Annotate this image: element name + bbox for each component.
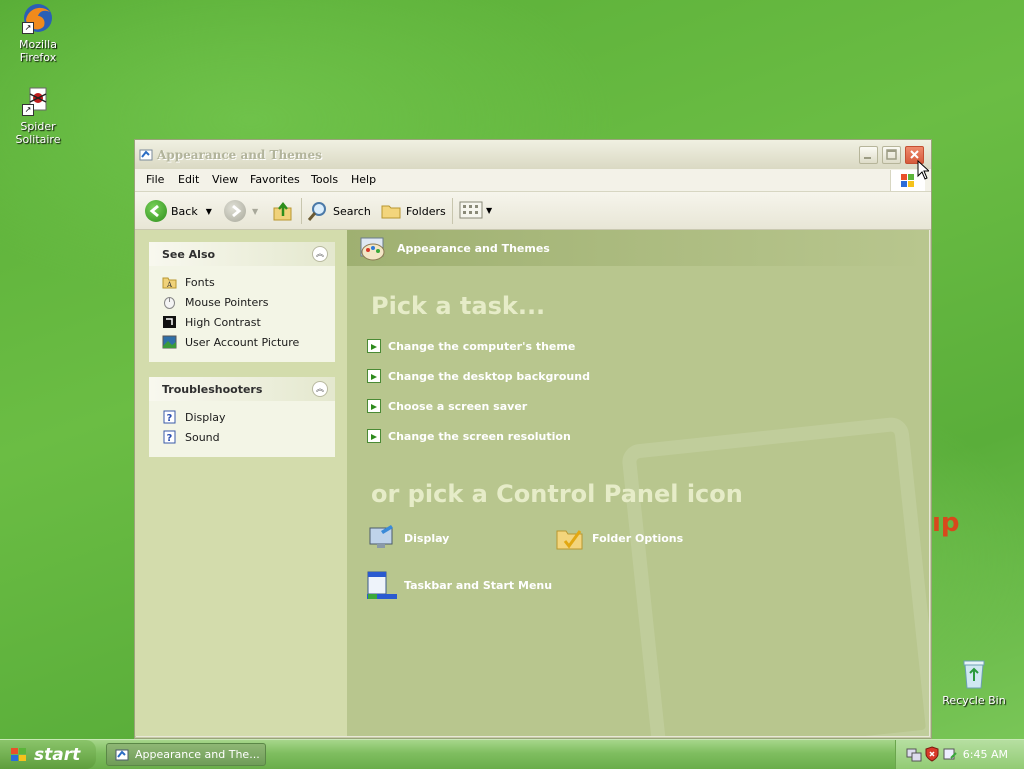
clock[interactable]: 6:45 AM xyxy=(963,748,1008,761)
search-icon xyxy=(307,200,329,222)
svg-text:A: A xyxy=(166,281,173,289)
troubleshooters-header[interactable]: Troubleshooters ︽ xyxy=(149,377,335,401)
folders-button[interactable]: Folders xyxy=(380,200,446,222)
mouse-cursor-icon xyxy=(917,159,931,180)
taskbar-window-button[interactable]: Appearance and The... xyxy=(106,743,266,766)
troubleshooters-panel: Troubleshooters ︽ ? Display ? Sound xyxy=(149,377,335,457)
task-link[interactable]: Change the screen resolution xyxy=(367,429,571,443)
back-dropdown-chevron-icon[interactable]: ▼ xyxy=(206,207,212,216)
spider-solitaire-icon: ↗ xyxy=(22,84,54,116)
system-tray: 6:45 AM xyxy=(895,740,1024,769)
views-dropdown-chevron-icon[interactable]: ▼ xyxy=(486,206,492,215)
menu-file[interactable]: File xyxy=(146,173,164,186)
task-link[interactable]: Change the computer's theme xyxy=(367,339,575,353)
desktop-icon-label: Spider Solitaire xyxy=(15,120,61,146)
taskbar-start-menu-icon xyxy=(367,570,397,600)
menu-help[interactable]: Help xyxy=(351,173,376,186)
window-content: See Also ︽ A Fonts Mouse Pointers High C… xyxy=(135,230,929,736)
task-arrow-icon xyxy=(367,369,381,383)
folders-icon xyxy=(380,200,402,222)
svg-text:?: ? xyxy=(167,433,173,444)
forward-button[interactable]: ▼ xyxy=(224,200,258,222)
menu-view[interactable]: View xyxy=(212,173,238,186)
folder-options-icon xyxy=(555,523,585,553)
back-arrow-icon xyxy=(145,200,167,222)
see-also-link-mouse-pointers[interactable]: Mouse Pointers xyxy=(162,295,269,309)
up-folder-icon xyxy=(272,200,294,222)
see-also-link-high-contrast[interactable]: High Contrast xyxy=(162,315,261,329)
see-also-link-fonts[interactable]: A Fonts xyxy=(162,275,215,289)
task-arrow-icon xyxy=(367,399,381,413)
menu-bar: File Edit View Favorites Tools Help xyxy=(135,169,931,192)
maximize-button[interactable] xyxy=(882,146,901,164)
control-panel-icon-taskbar-start-menu[interactable]: Taskbar and Start Menu xyxy=(367,570,552,600)
troubleshooter-link-sound[interactable]: ? Sound xyxy=(162,430,220,444)
search-button[interactable]: Search xyxy=(307,200,371,222)
see-also-panel: See Also ︽ A Fonts Mouse Pointers High C… xyxy=(149,242,335,362)
desktop-icon-firefox[interactable]: ↗ Mozilla Firefox xyxy=(0,2,76,64)
contrast-icon xyxy=(162,315,177,329)
control-panel-window: Appearance and Themes File Edit View Fav… xyxy=(134,139,932,739)
background-window-fragment: ıp xyxy=(932,508,960,538)
firefox-icon: ↗ xyxy=(22,2,54,34)
views-icon xyxy=(459,200,483,220)
task-link[interactable]: Choose a screen saver xyxy=(367,399,527,413)
back-button[interactable]: Back ▼ xyxy=(145,200,212,222)
checkmark-watermark xyxy=(620,415,929,736)
task-arrow-icon xyxy=(367,339,381,353)
windows-logo-icon xyxy=(10,747,28,763)
menu-edit[interactable]: Edit xyxy=(178,173,199,186)
forward-dropdown-chevron-icon: ▼ xyxy=(252,206,259,216)
window-titlebar[interactable]: Appearance and Themes xyxy=(135,140,931,169)
picture-icon xyxy=(162,335,177,349)
task-pane: See Also ︽ A Fonts Mouse Pointers High C… xyxy=(135,230,347,736)
see-also-header[interactable]: See Also ︽ xyxy=(149,242,335,266)
desktop-icon-recycle-bin[interactable]: Recycle Bin xyxy=(936,658,1012,707)
recycle-bin-icon xyxy=(958,658,990,690)
taskbar: start Appearance and The... 6:45 AM xyxy=(0,739,1024,769)
tray-security-shield-icon[interactable] xyxy=(924,746,940,762)
category-pane: Appearance and Themes Pick a task... Cha… xyxy=(347,230,929,736)
display-icon xyxy=(367,523,397,553)
pick-icon-heading: or pick a Control Panel icon xyxy=(371,480,743,508)
toolbar-separator xyxy=(301,198,302,224)
tray-network-icon[interactable] xyxy=(906,746,922,762)
desktop-icon-label: Recycle Bin xyxy=(942,694,1006,707)
collapse-chevron-icon[interactable]: ︽ xyxy=(312,381,328,397)
toolbar-separator xyxy=(452,198,453,224)
collapse-chevron-icon[interactable]: ︽ xyxy=(312,246,328,262)
help-icon: ? xyxy=(162,430,177,444)
task-arrow-icon xyxy=(367,429,381,443)
desktop-icon-spider-solitaire[interactable]: ↗ Spider Solitaire xyxy=(0,84,76,146)
views-button[interactable]: ▼ xyxy=(459,200,492,220)
pick-task-heading: Pick a task... xyxy=(371,292,546,320)
appearance-themes-icon xyxy=(357,235,389,263)
category-title: Appearance and Themes xyxy=(397,242,550,255)
menu-tools[interactable]: Tools xyxy=(311,173,338,186)
minimize-button[interactable] xyxy=(859,146,878,164)
control-panel-icon-folder-options[interactable]: Folder Options xyxy=(555,523,683,553)
control-panel-icon-display[interactable]: Display xyxy=(367,523,449,553)
start-button[interactable]: start xyxy=(0,740,96,769)
category-header: Appearance and Themes xyxy=(347,230,929,266)
tray-update-icon[interactable] xyxy=(942,746,958,762)
see-also-link-user-account-picture[interactable]: User Account Picture xyxy=(162,335,299,349)
help-icon: ? xyxy=(162,410,177,424)
svg-text:?: ? xyxy=(167,413,173,424)
window-title: Appearance and Themes xyxy=(157,148,322,162)
menu-favorites[interactable]: Favorites xyxy=(250,173,300,186)
control-panel-icon xyxy=(115,748,129,762)
task-link[interactable]: Change the desktop background xyxy=(367,369,590,383)
troubleshooter-link-display[interactable]: ? Display xyxy=(162,410,226,424)
up-folder-button[interactable] xyxy=(272,200,294,222)
control-panel-icon xyxy=(139,148,153,162)
toolbar: Back ▼ ▼ Search Folders ▼ xyxy=(135,192,931,230)
forward-arrow-icon xyxy=(224,200,246,222)
desktop-icon-label: Mozilla Firefox xyxy=(19,38,57,64)
fonts-folder-icon: A xyxy=(162,275,177,289)
mouse-icon xyxy=(162,295,177,309)
